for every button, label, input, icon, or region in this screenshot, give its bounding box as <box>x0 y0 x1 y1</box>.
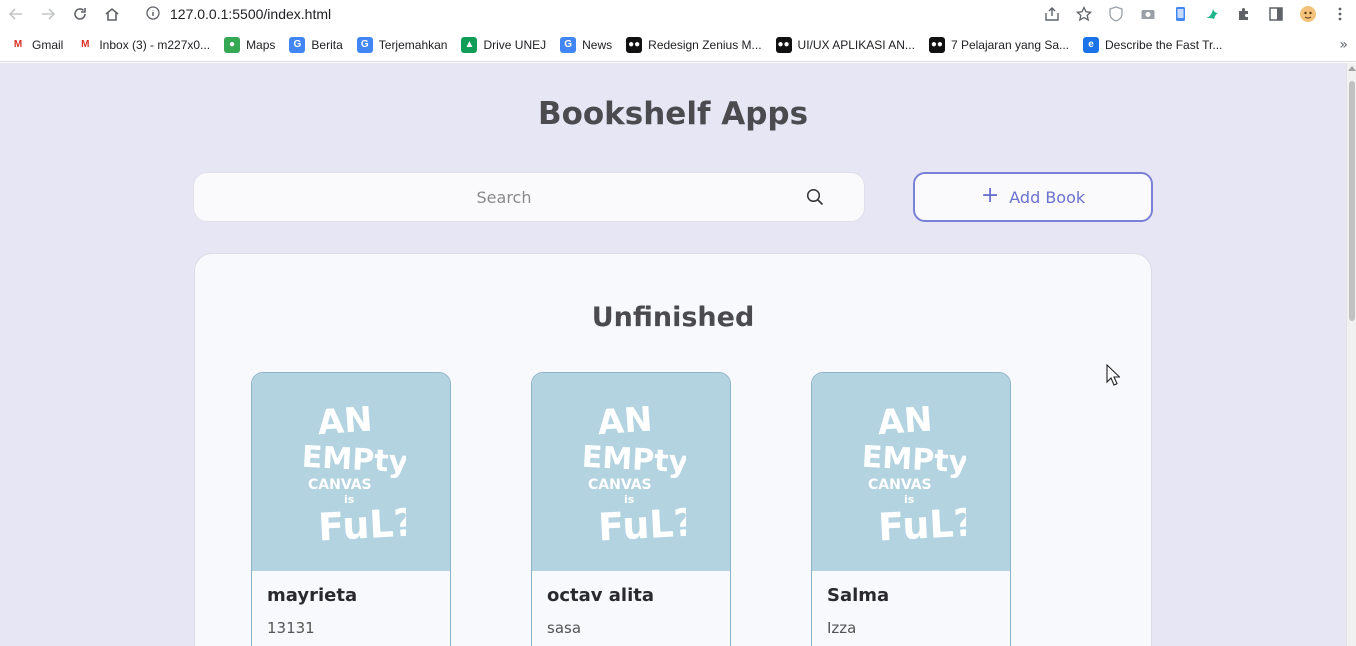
medium-icon: ●● <box>775 36 792 53</box>
search-box[interactable] <box>193 172 865 222</box>
url-text[interactable]: 127.0.0.1:5500/index.html <box>170 6 331 22</box>
page-viewport: Bookshelf Apps + Add Book Unfinished AN … <box>0 63 1346 646</box>
book-cover-image: AN EMPty CANVAS is FuL? <box>252 373 450 571</box>
medium-icon: ●● <box>928 36 945 53</box>
bookmark-label: UI/UX APLIKASI AN... <box>797 37 915 52</box>
mobile-extension-icon[interactable] <box>1164 0 1196 28</box>
bookmark-item[interactable]: ●● 7 Pelajaran yang Sa... <box>928 36 1070 53</box>
book-title: Salma <box>827 585 890 606</box>
cover-lettering-art: AN EMPty CANVAS is FuL? <box>581 399 686 547</box>
svg-text:EMPty: EMPty <box>301 440 406 481</box>
search-icon[interactable] <box>806 188 824 206</box>
svg-text:AN: AN <box>876 399 933 443</box>
profile-avatar-icon[interactable] <box>1292 0 1324 28</box>
section-title: Unfinished <box>591 302 755 333</box>
scroll-up-arrow-icon[interactable] <box>1348 66 1356 71</box>
add-book-label: Add Book <box>1009 187 1086 207</box>
book-author: sasa <box>547 619 582 637</box>
edge-icon: e <box>1083 36 1100 53</box>
cover-lettering-art: AN EMPty CANVAS is FuL? <box>861 399 966 547</box>
gmail-icon: M <box>81 39 90 50</box>
shield-extension-icon[interactable] <box>1100 0 1132 28</box>
plus-icon: + <box>980 182 1000 208</box>
bookmark-label: Gmail <box>32 37 64 52</box>
cover-lettering-art: AN EMPty CANVAS is FuL? <box>301 399 406 547</box>
medium-icon: ●● <box>626 36 643 53</box>
mouse-cursor-icon <box>1106 364 1120 386</box>
unfinished-section: Unfinished AN EMPty CANVAS is FuL? mayri… <box>194 253 1152 646</box>
book-author: 13131 <box>267 619 315 637</box>
page-scrollbar[interactable] <box>1346 63 1356 646</box>
bookmark-label: News <box>582 37 613 52</box>
bookmark-item[interactable]: G News <box>560 36 613 53</box>
bookmark-label: 7 Pelajaran yang Sa... <box>950 37 1070 52</box>
drive-icon: ▲ <box>461 36 478 53</box>
bookmark-item[interactable]: ● Maps <box>224 36 276 53</box>
scroll-thumb[interactable] <box>1349 81 1355 321</box>
bookmark-item[interactable]: G Terjemahkan <box>356 36 448 53</box>
svg-text:CANVAS: CANVAS <box>868 477 932 493</box>
reload-icon[interactable] <box>64 0 96 28</box>
bookmark-label: Drive UNEJ <box>483 37 547 52</box>
svg-text:EMPty: EMPty <box>861 440 966 481</box>
book-title: octav alita <box>547 585 655 606</box>
bird-extension-icon[interactable] <box>1196 0 1228 28</box>
book-author: Izza <box>827 619 857 637</box>
translate-icon: G <box>356 36 373 53</box>
bookmark-item[interactable]: ▲ Drive UNEJ <box>461 36 547 53</box>
bookmark-item[interactable]: M Gmail <box>10 37 64 53</box>
bookmark-label: Describe the Fast Tr... <box>1105 37 1223 52</box>
search-input[interactable] <box>194 173 794 221</box>
browser-toolbar: 127.0.0.1:5500/index.html <box>0 0 1356 28</box>
maps-pin-icon: ● <box>224 36 241 53</box>
side-panel-icon[interactable] <box>1260 0 1292 28</box>
bookmark-item[interactable]: ●● UI/UX APLIKASI AN... <box>775 36 915 53</box>
svg-text:FuL?: FuL? <box>317 500 406 547</box>
gmail-icon: M <box>13 39 23 50</box>
info-icon[interactable] <box>146 5 160 24</box>
bookmark-item[interactable]: M Inbox (3) - m227x0... <box>77 37 210 53</box>
svg-text:FuL?: FuL? <box>877 500 966 547</box>
svg-text:FuL?: FuL? <box>597 500 686 547</box>
bookmark-label: Inbox (3) - m227x0... <box>99 37 211 52</box>
book-title: mayrieta <box>267 585 358 606</box>
share-icon[interactable] <box>1036 0 1068 28</box>
news-icon: G <box>289 36 306 53</box>
home-icon[interactable] <box>96 0 128 28</box>
bookmark-label: Redesign Zenius M... <box>648 37 762 52</box>
book-card[interactable]: AN EMPty CANVAS is FuL? mayrieta 13131 <box>251 372 451 646</box>
camera-icon[interactable] <box>1132 0 1164 28</box>
svg-text:EMPty: EMPty <box>581 440 686 481</box>
svg-text:AN: AN <box>596 399 653 443</box>
svg-text:CANVAS: CANVAS <box>588 477 652 493</box>
news-icon: G <box>560 36 577 53</box>
book-card[interactable]: AN EMPty CANVAS is FuL? Salma Izza <box>811 372 1011 646</box>
bookmark-star-icon[interactable] <box>1068 0 1100 28</box>
bookmarks-overflow-icon[interactable]: » <box>1339 37 1348 53</box>
bookmark-label: Berita <box>311 37 343 52</box>
address-bar[interactable]: 127.0.0.1:5500/index.html <box>146 4 331 24</box>
toolbar-actions <box>1036 0 1356 28</box>
bookmark-item[interactable]: e Describe the Fast Tr... <box>1083 36 1223 53</box>
bookmark-label: Terjemahkan <box>378 37 448 52</box>
svg-text:AN: AN <box>316 399 373 443</box>
back-arrow-icon[interactable] <box>0 0 32 28</box>
book-cover-image: AN EMPty CANVAS is FuL? <box>812 373 1010 571</box>
bookmark-label: Maps <box>246 37 276 52</box>
bookmark-item[interactable]: G Berita <box>289 36 343 53</box>
bookmarks-bar: M Gmail M Inbox (3) - m227x0... ● Maps G Berita… <box>0 28 1356 62</box>
svg-text:CANVAS: CANVAS <box>308 477 372 493</box>
book-cover-image: AN EMPty CANVAS is FuL? <box>532 373 730 571</box>
book-card[interactable]: AN EMPty CANVAS is FuL? octav alita sasa <box>531 372 731 646</box>
page-title: Bookshelf Apps <box>537 96 809 132</box>
puzzle-extensions-icon[interactable] <box>1228 0 1260 28</box>
forward-arrow-icon[interactable] <box>32 0 64 28</box>
bookmark-item[interactable]: ●● Redesign Zenius M... <box>626 36 762 53</box>
menu-kebab-icon[interactable] <box>1324 0 1356 28</box>
add-book-button[interactable]: + Add Book <box>913 172 1153 222</box>
